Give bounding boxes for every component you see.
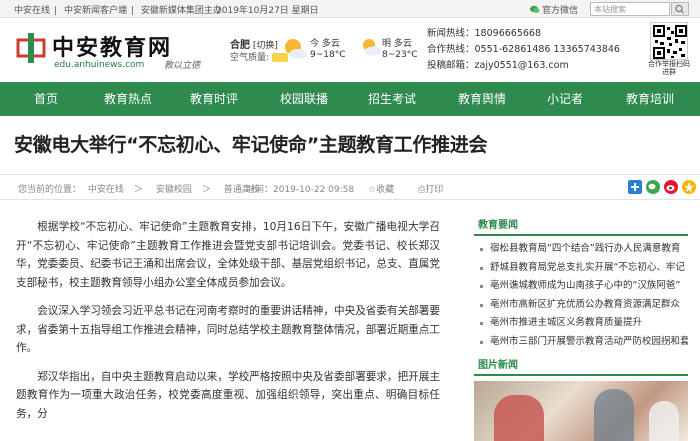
article-title-bar: 安徽电大举行“不忘初心、牢记使命”主题教育工作推进会 [14,130,686,157]
wechat-icon [530,5,540,13]
nav-item-exam[interactable]: 招生考试 [360,82,424,116]
coop-value: 0551-62861486 13365743846 [474,44,620,55]
official-wechat-link[interactable]: 官方微信 [530,3,578,16]
weather-today: 今 多云 9~18°C [310,36,346,60]
share-wechat-icon[interactable] [646,180,660,194]
top-link-zhongan[interactable]: 中安在线 [14,6,50,16]
official-wechat-label: 官方微信 [542,6,579,16]
print-label: 打印 [425,185,444,195]
contact-info: 新闻热线：18096665668 合作热线：0551-62861486 1336… [427,26,620,74]
site-header: 中安教育网 edu.anhuinews.com 教以立德 合肥 [切换] 空气质… [0,18,700,82]
top-date: 2019年10月27日 星期日 [216,6,319,16]
weather-tomorrow: 明 多云 8~23°C [382,36,418,60]
logo-text: 中安教育网 [52,35,173,61]
sidebar: 教育要闻 宿松县教育局“四个结合”践行办人民满意教育 舒城县教育局党总支扎实开展… [474,218,688,441]
qr-code [650,22,688,60]
sidebar-news-item[interactable]: 亳州谯城教师成为山南孩子心中的“汉族阿爸” [474,277,688,296]
photo-figure [494,394,544,441]
hotline-row: 新闻热线：18096665668 [427,26,620,42]
qr-code-icon [653,25,687,59]
article-meta-bar: 您当前的位置： 中安在线＞ 安徽校园＞ 普通高校 时间：2019-10-22 0… [0,174,700,200]
nav-item-reporter[interactable]: 小记者 [540,82,590,116]
photo-news-image[interactable] [474,380,688,441]
air-quality: 空气质量: [230,50,288,63]
mail-value[interactable]: zajy0551@163.com [475,60,569,71]
nav-item-comment[interactable]: 教育时评 [182,82,246,116]
nav-item-home[interactable]: 首页 [18,82,74,116]
separator: | [54,6,58,16]
sidebar-news-item[interactable]: 亳州市三部门开展警示教育活动严防校园拐和套 [474,333,688,352]
weather-city: 合肥 [切换] [230,36,278,51]
breadcrumb-label: 您当前的位置 [18,185,73,195]
breadcrumb-campus[interactable]: 安徽校园 [156,185,192,195]
logo-domain: edu.anhuinews.com [54,60,145,70]
mail-label: 投稿邮箱： [427,60,475,71]
favorite-button[interactable]: ☆收藏 [368,182,394,195]
nav-item-opinion[interactable]: 教育舆情 [450,82,514,116]
article-body: 根据学校“不忘初心、牢记使命”主题教育安排，10月16日下午，安徽广播电视大学召… [16,218,440,433]
article-paragraph: 会议深入学习领会习近平总书记在河南考察时的重要讲话精神，中央及省委有关部署要求，… [16,305,440,354]
article-title: 安徽电大举行“不忘初心、牢记使命”主题教育工作推进会 [14,134,488,156]
photo-figure [649,400,679,441]
separator: | [130,6,134,16]
search-button[interactable] [671,2,689,16]
sidebar-news-item[interactable]: 亳州市推进主城区义务教育质量提升 [474,314,688,333]
print-button[interactable]: ⎙打印 [418,182,443,195]
site-search-input[interactable]: 本站搜索 [590,2,670,16]
share-plus-icon[interactable] [628,180,642,194]
article-time: 时间：2019-10-22 09:58 [246,185,355,195]
top-links: 中安在线 | 中安新闻客户端 | 安徽新媒体集团主办 [14,3,226,16]
today-label: 今 多云 [310,39,340,49]
today-temp: 9~18°C [310,50,346,60]
top-link-host[interactable]: 安徽新媒体集团主办 [141,6,222,16]
hotline-label: 新闻热线： [427,28,475,39]
breadcrumb: 您当前的位置： 中安在线＞ 安徽校园＞ 普通高校 [18,182,270,195]
photo-figure [594,388,634,441]
share-qzone-icon[interactable] [682,180,696,194]
sidebar-news-list: 宿松县教育局“四个结合”践行办人民满意教育 舒城县教育局党总支扎实开展“不忘初心… [474,240,688,352]
sidebar-news-item[interactable]: 亳州市高新区扩充优质公办教育资源满足群众 [474,296,688,315]
breadcrumb-colon: ： [72,185,82,195]
sidebar-section-title-news: 教育要闻 [474,218,688,236]
coop-label: 合作热线： [427,44,475,55]
sidebar-news-item[interactable]: 舒城县教育局党总支扎实开展“不忘初心、牢记 [474,259,688,278]
coop-row: 合作热线：0551-62861486 13365743846 [427,42,620,58]
tomorrow-temp: 8~23°C [382,50,418,60]
partly-cloudy-icon [285,39,307,59]
breadcrumb-zhongan[interactable]: 中安在线 [88,185,124,195]
favorite-label: 收藏 [376,185,395,195]
article-paragraph: 郑汉华指出，自中央主题教育启动以来，学校严格按照中央及省委部署要求，把开展主题教… [16,370,440,420]
share-weibo-icon[interactable] [664,180,678,194]
partly-cloudy-tomorrow-icon [363,39,381,56]
breadcrumb-separator: ＞ [133,185,143,195]
breadcrumb-separator: ＞ [201,185,211,195]
qr-caption: 合作举报扫码进群 [648,60,690,76]
air-quality-label: 空气质量: [230,53,270,63]
article-paragraph: 根据学校“不忘初心、牢记使命”主题教育安排，10月16日下午，安徽广播电视大学召… [16,221,440,289]
logo-signature: 教以立德 [164,61,201,71]
star-icon: ☆ [368,185,377,195]
hotline-value: 18096665668 [474,28,542,39]
main-nav: 首页 教育热点 教育时评 校园联播 招生考试 教育舆情 小记者 教育培训 [0,82,700,116]
nav-item-campus[interactable]: 校园联播 [272,82,336,116]
mail-row: 投稿邮箱：zajy0551@163.com [427,58,620,74]
nav-item-hot[interactable]: 教育热点 [96,82,160,116]
search-icon [675,4,684,14]
top-link-app[interactable]: 中安新闻客户端 [64,6,127,16]
sidebar-news-item[interactable]: 宿松县教育局“四个结合”践行办人民满意教育 [474,240,688,259]
tomorrow-label: 明 多云 [382,39,412,49]
sidebar-section-title-photos: 图片新闻 [474,358,688,376]
logo-mark-icon [16,33,46,63]
nav-item-training[interactable]: 教育培训 [618,82,682,116]
top-bar: 中安在线 | 中安新闻客户端 | 安徽新媒体集团主办 2019年10月27日 星期日… [0,0,700,18]
